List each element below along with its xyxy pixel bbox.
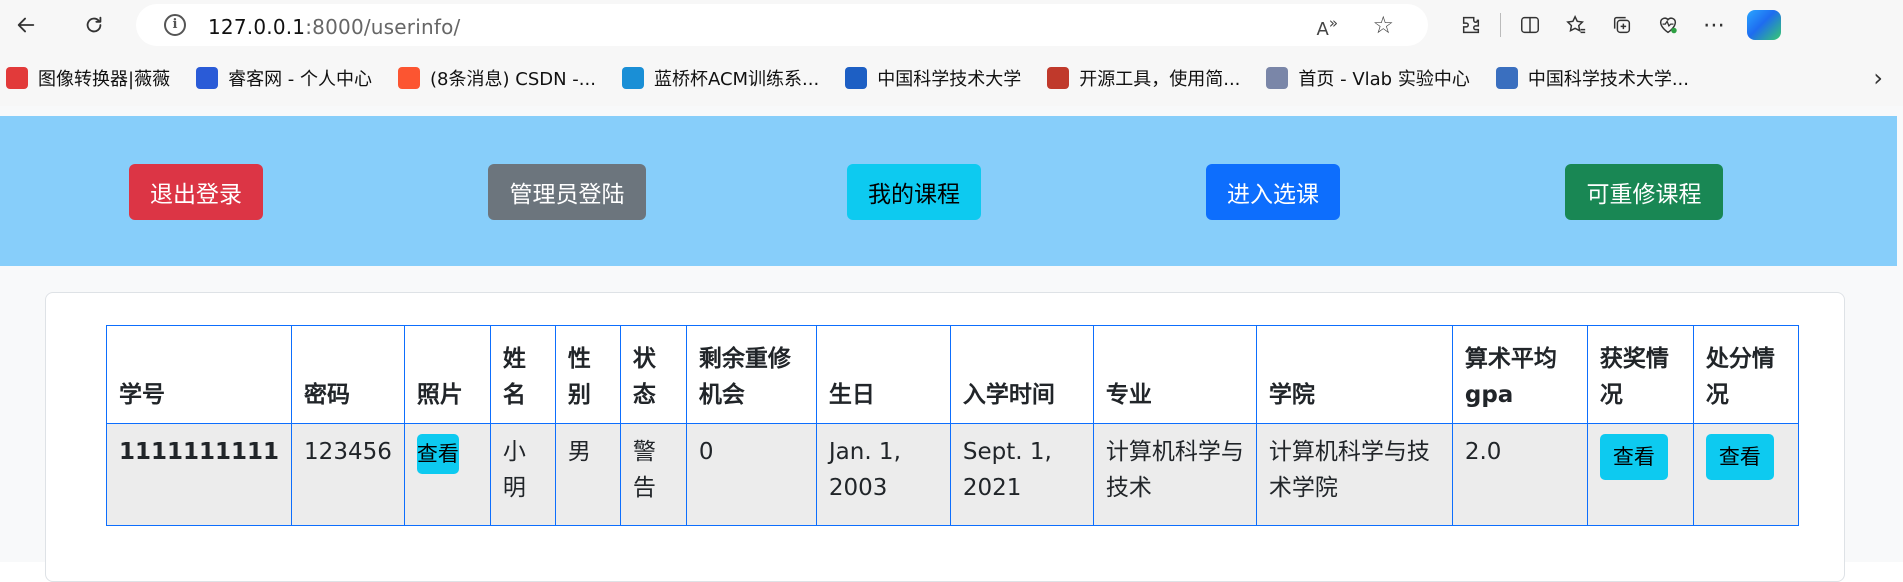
- site-info-icon[interactable]: i: [164, 14, 186, 36]
- cell-password: 123456: [291, 423, 405, 526]
- cell-major: 计算机科学与技术: [1092, 423, 1257, 526]
- cell-gender: 男: [554, 423, 621, 526]
- header-awards: 获奖情况: [1586, 325, 1694, 424]
- header-password: 密码: [291, 325, 405, 424]
- bookmark-favicon-icon: [1266, 67, 1289, 89]
- more-menu-icon[interactable]: ⋯: [1691, 5, 1737, 45]
- cell-enroll-date: Sept. 1, 2021: [949, 423, 1094, 526]
- header-retake-chances: 剩余重修机会: [685, 325, 817, 424]
- chevron-right-icon[interactable]: ›: [1873, 64, 1883, 92]
- admin-login-button[interactable]: 管理员登陆: [488, 164, 646, 220]
- bookmark-favicon-icon: [6, 67, 28, 89]
- bookmark-favicon-icon: [1047, 67, 1070, 89]
- header-major: 专业: [1092, 325, 1257, 424]
- table-row: 1111111111 123456 查看 小明 男 警告 0 Jan. 1, 2…: [105, 423, 1799, 526]
- user-info-card: 学号 密码 照片 姓名 性别 状态 剩余重修机会 生日 入学时间 专业 学院 算…: [45, 292, 1845, 582]
- bookmark-item[interactable]: 蓝桥杯ACM训练系...: [621, 65, 820, 91]
- bookmark-favicon-icon: [196, 67, 219, 89]
- bookmark-favicon-icon: [398, 67, 421, 89]
- collections-icon[interactable]: [1599, 5, 1645, 45]
- logout-button[interactable]: 退出登录: [129, 164, 263, 220]
- header-name: 姓名: [489, 325, 556, 424]
- view-penalty-button[interactable]: 查看: [1705, 434, 1774, 480]
- url-text[interactable]: 127.0.0.1:8000/userinfo/: [208, 15, 460, 39]
- split-screen-icon[interactable]: [1507, 5, 1553, 45]
- header-birthday: 生日: [815, 325, 951, 424]
- address-bar[interactable]: i 127.0.0.1:8000/userinfo/ A» ☆: [136, 4, 1428, 46]
- retake-courses-button[interactable]: 可重修课程: [1565, 164, 1723, 220]
- bookmark-label: 中国科学技术大学: [877, 69, 1022, 90]
- cell-gpa: 2.0: [1451, 423, 1588, 526]
- user-info-table: 学号 密码 照片 姓名 性别 状态 剩余重修机会 生日 入学时间 专业 学院 算…: [105, 325, 1799, 526]
- favorites-icon[interactable]: [1553, 5, 1599, 45]
- header-gender: 性别: [554, 325, 621, 424]
- bookmark-item[interactable]: (8条消息) CSDN -...: [398, 65, 596, 91]
- enter-course-selection-button[interactable]: 进入选课: [1206, 164, 1340, 220]
- bookmark-item[interactable]: 首页 - Vlab 实验中心: [1266, 65, 1470, 91]
- bookmark-favicon-icon: [1495, 67, 1518, 89]
- browser-essentials-icon[interactable]: [1645, 5, 1691, 45]
- bookmark-item[interactable]: 开源工具，使用简...: [1047, 65, 1240, 91]
- cell-status: 警告: [619, 423, 687, 526]
- extensions-icon[interactable]: [1448, 5, 1494, 45]
- cell-student-id: 1111111111: [105, 423, 293, 526]
- bookmark-item[interactable]: 图像转换器|薇薇: [6, 65, 170, 91]
- view-awards-button[interactable]: 查看: [1599, 434, 1668, 480]
- bookmark-label: 睿客网 - 个人中心: [228, 69, 373, 90]
- bookmark-item[interactable]: 中国科学技术大学...: [1495, 65, 1689, 91]
- bookmark-label: (8条消息) CSDN -...: [430, 69, 596, 90]
- header-enroll-date: 入学时间: [949, 325, 1094, 424]
- copilot-icon[interactable]: [1747, 10, 1781, 40]
- cell-birthday: Jan. 1, 2003: [815, 423, 951, 526]
- bookmark-label: 首页 - Vlab 实验中心: [1298, 69, 1470, 90]
- cell-awards: 查看: [1586, 423, 1694, 526]
- browser-toolbar: i 127.0.0.1:8000/userinfo/ A» ☆ ⋯: [0, 0, 1903, 50]
- bookmark-label: 中国科学技术大学...: [1527, 69, 1689, 90]
- bookmark-favicon-icon: [621, 67, 644, 89]
- reload-icon[interactable]: [74, 5, 114, 45]
- header-college: 学院: [1255, 325, 1453, 424]
- favorite-star-icon[interactable]: ☆: [1372, 11, 1394, 39]
- read-aloud-icon[interactable]: A»: [1316, 14, 1338, 40]
- cell-name: 小明: [489, 423, 556, 526]
- back-arrow-icon[interactable]: [6, 5, 46, 45]
- header-photo: 照片: [403, 325, 491, 424]
- cell-college: 计算机科学与技术学院: [1255, 423, 1453, 526]
- view-photo-button[interactable]: 查看: [416, 434, 459, 474]
- toolbar-divider: [1500, 13, 1501, 37]
- bookmark-label: 图像转换器|薇薇: [38, 69, 171, 90]
- page-content: 退出登录 管理员登陆 我的课程 进入选课 可重修课程 学号 密码 照片 姓名 性…: [0, 106, 1903, 582]
- bookmark-favicon-icon: [845, 67, 868, 89]
- top-nav-band: 退出登录 管理员登陆 我的课程 进入选课 可重修课程: [0, 116, 1897, 266]
- header-status: 状态: [619, 325, 687, 424]
- header-student-id: 学号: [105, 325, 293, 424]
- cell-photo: 查看: [403, 423, 491, 526]
- my-courses-button[interactable]: 我的课程: [847, 164, 981, 220]
- browser-actions: ⋯: [1448, 5, 1791, 45]
- header-penalty: 处分情况: [1692, 325, 1799, 424]
- table-header-row: 学号 密码 照片 姓名 性别 状态 剩余重修机会 生日 入学时间 专业 学院 算…: [105, 325, 1799, 424]
- bookmark-item[interactable]: 中国科学技术大学: [845, 65, 1021, 91]
- bookmark-item[interactable]: 睿客网 - 个人中心: [196, 65, 372, 91]
- cell-retake-chances: 0: [685, 423, 817, 526]
- cell-penalty: 查看: [1692, 423, 1799, 526]
- bookmark-label: 蓝桥杯ACM训练系...: [653, 69, 820, 90]
- header-gpa: 算术平均gpa: [1451, 325, 1588, 424]
- bookmark-label: 开源工具，使用简...: [1079, 69, 1241, 90]
- bookmarks-bar: 图像转换器|薇薇 睿客网 - 个人中心 (8条消息) CSDN -... 蓝桥杯ACM…: [0, 50, 1903, 106]
